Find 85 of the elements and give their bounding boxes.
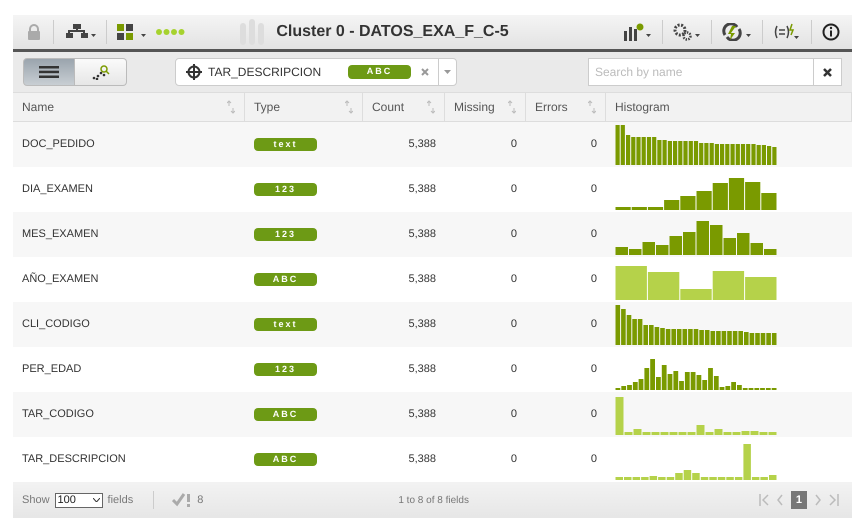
page-number[interactable]: 1 <box>790 490 807 510</box>
count-value: 5,388 <box>408 182 436 198</box>
close-icon[interactable] <box>421 68 429 76</box>
info-icon[interactable] <box>822 23 840 41</box>
field-name[interactable]: MES_EXAMEN <box>22 228 98 240</box>
field-name[interactable]: TAR_DESCRIPCION <box>22 453 126 466</box>
field-name[interactable]: DIA_EXAMEN <box>22 183 93 196</box>
tree-icon[interactable] <box>66 24 96 40</box>
errors-value: 0 <box>590 452 597 468</box>
count-value: 5,388 <box>408 407 436 422</box>
field-name[interactable]: DOC_PEDIDO <box>22 138 95 150</box>
check-exclamation-icon <box>172 493 192 507</box>
close-icon <box>823 68 832 76</box>
type-badge: text <box>254 138 317 151</box>
missing-value: 0 <box>510 137 517 152</box>
formula-icon[interactable] <box>773 23 801 41</box>
scatter-plot-icon <box>92 64 110 80</box>
settings-icon[interactable] <box>673 23 701 41</box>
sort-icon[interactable] <box>588 100 596 114</box>
column-header[interactable]: Count <box>372 98 404 116</box>
sort-icon[interactable] <box>427 100 435 114</box>
selected-field: TAR_DESCRIPCION <box>208 63 348 81</box>
field-count: 8 <box>197 492 204 508</box>
chart-icon[interactable] <box>624 23 652 41</box>
count-value: 5,388 <box>408 227 436 242</box>
window-title: Cluster 0 - DATOS_EXA_F_C-5 <box>276 22 509 42</box>
type-badge: ABC <box>254 273 317 286</box>
lock-icon[interactable] <box>27 24 41 40</box>
field-name[interactable]: TAR_CODIGO <box>22 408 94 420</box>
column-header[interactable]: Histogram <box>615 98 670 116</box>
field-name[interactable]: PER_EDAD <box>22 363 82 376</box>
field-name[interactable]: AÑO_EXAMEN <box>22 273 98 286</box>
missing-value: 0 <box>510 407 517 422</box>
type-badge: 123 <box>254 363 317 376</box>
last-page-icon[interactable] <box>829 494 839 506</box>
sort-icon[interactable] <box>345 100 353 114</box>
count-value: 5,388 <box>408 272 436 288</box>
errors-value: 0 <box>590 317 597 332</box>
show-label: Show <box>22 492 50 508</box>
caret-icon[interactable] <box>444 70 451 74</box>
range-text: 1 to 8 of 8 fields <box>398 494 469 508</box>
errors-value: 0 <box>590 362 597 378</box>
count-value: 5,388 <box>408 317 436 332</box>
count-value: 5,388 <box>408 452 436 468</box>
status-dots-icon <box>155 28 185 36</box>
search-field[interactable]: Search by name <box>588 58 814 86</box>
list-view-button[interactable] <box>23 58 75 86</box>
dataset-icon[interactable] <box>117 24 147 40</box>
next-page-icon[interactable] <box>815 494 821 506</box>
field-selector[interactable]: TAR_DESCRIPCION ABC <box>175 58 457 86</box>
count-value: 5,388 <box>408 362 436 378</box>
type-badge: 123 <box>254 228 317 241</box>
column-header[interactable]: Errors <box>535 98 568 116</box>
sort-icon[interactable] <box>508 100 516 114</box>
missing-value: 0 <box>510 182 517 198</box>
errors-value: 0 <box>590 227 597 242</box>
target-icon <box>186 64 202 80</box>
field-name[interactable]: CLI_CODIGO <box>22 318 90 330</box>
sort-icon[interactable] <box>227 100 235 114</box>
column-header[interactable]: Type <box>254 98 280 116</box>
type-badge: ABC <box>254 408 317 421</box>
errors-value: 0 <box>590 272 597 288</box>
type-badge: ABC <box>254 453 317 466</box>
missing-value: 0 <box>510 317 517 332</box>
column-header[interactable]: Missing <box>454 98 495 116</box>
type-badge: 123 <box>254 183 317 196</box>
refresh-icon[interactable] <box>722 23 752 41</box>
previous-page-icon[interactable] <box>776 494 783 506</box>
page-size-select[interactable]: 100 <box>54 492 103 508</box>
caret-icon <box>92 498 100 502</box>
menu-icon <box>39 66 59 78</box>
errors-value: 0 <box>590 407 597 422</box>
count-value: 5,388 <box>408 137 436 152</box>
missing-value: 0 <box>510 362 517 378</box>
missing-value: 0 <box>510 227 517 242</box>
missing-value: 0 <box>510 272 517 288</box>
first-page-icon[interactable] <box>758 494 769 506</box>
type-badge: text <box>254 318 317 331</box>
errors-value: 0 <box>590 182 597 198</box>
missing-value: 0 <box>510 452 517 468</box>
errors-value: 0 <box>590 137 597 152</box>
clear-search-button[interactable] <box>814 58 842 86</box>
fields-label: fields <box>108 492 134 508</box>
column-header[interactable]: Name <box>22 98 54 116</box>
type-badge: ABC <box>348 65 411 79</box>
